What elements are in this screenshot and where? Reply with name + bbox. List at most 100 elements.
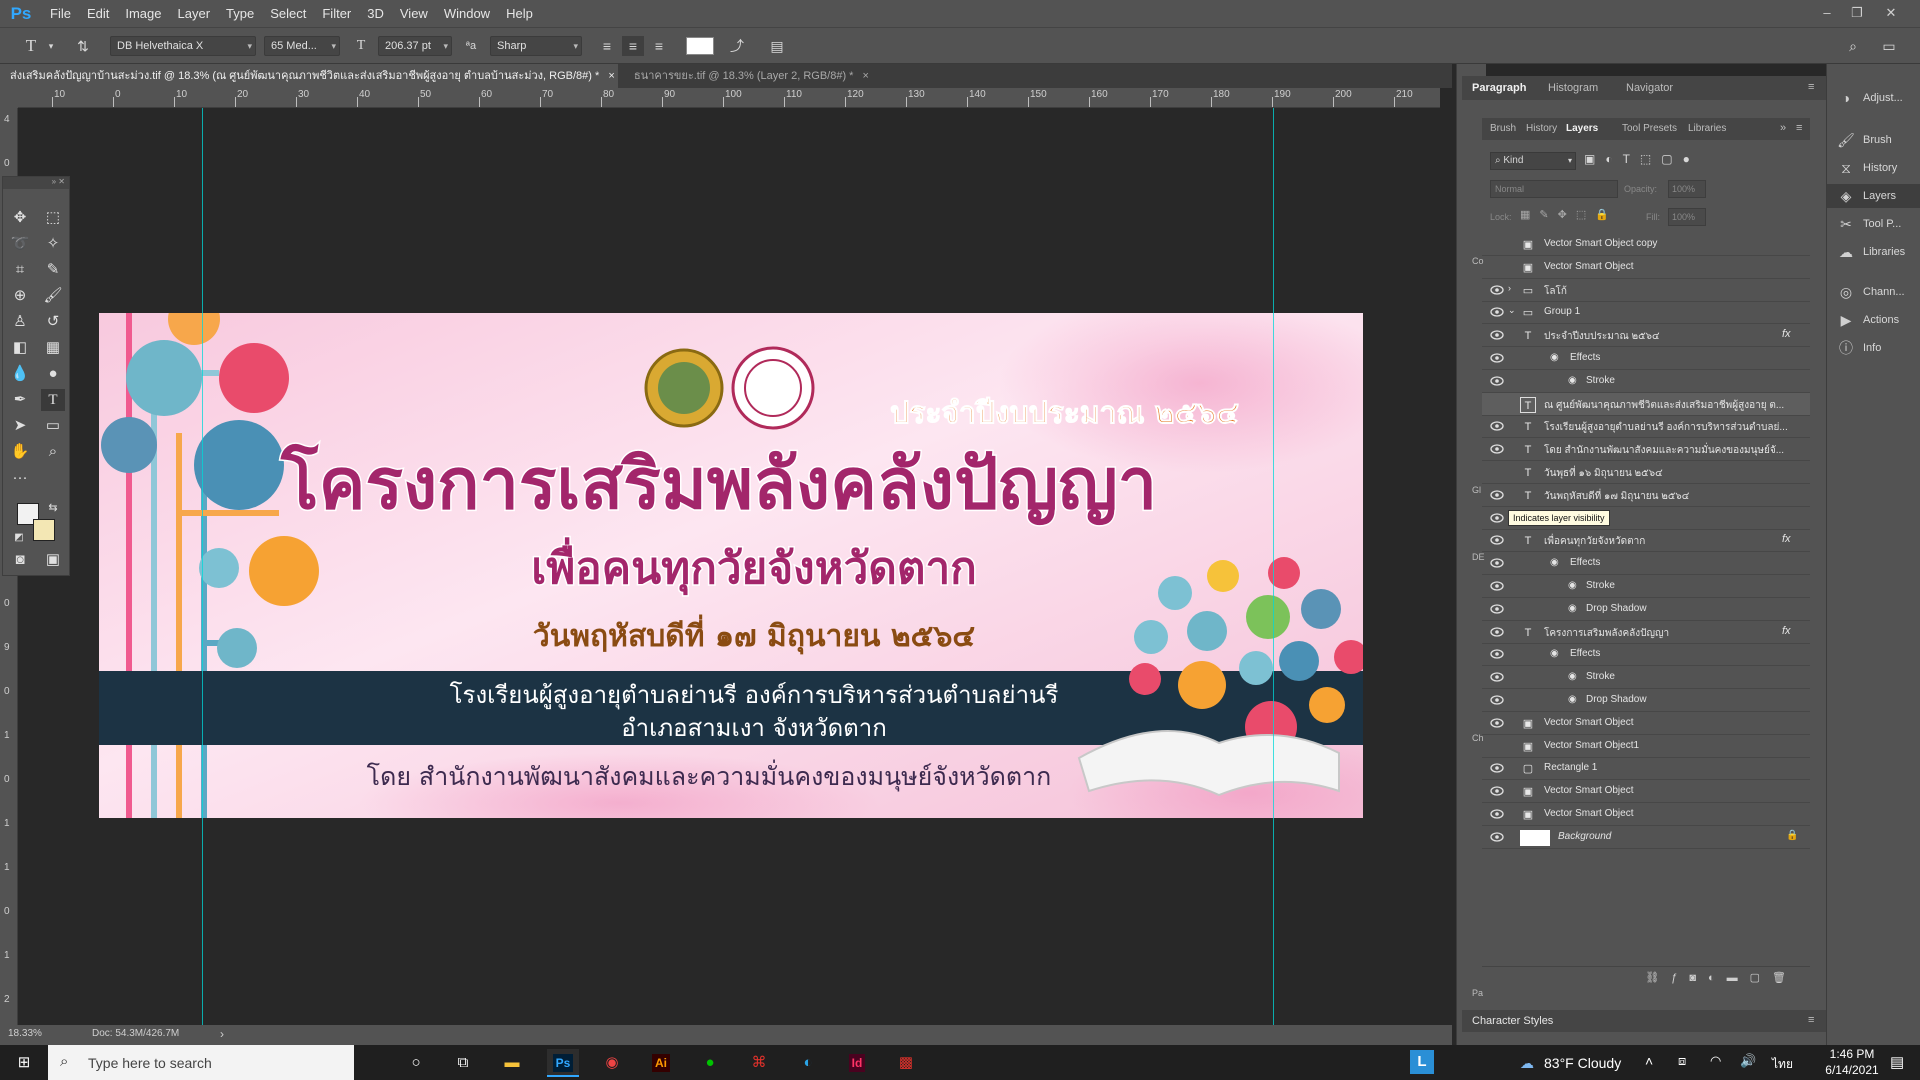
effect-visibility-icon[interactable]: ◉ xyxy=(1568,375,1577,386)
eye-visible-icon[interactable] xyxy=(1490,353,1504,363)
task-view-icon[interactable]: ⧉ xyxy=(447,1049,479,1077)
strip-brush[interactable]: 🖌 Brush xyxy=(1827,128,1920,152)
menu-help[interactable]: Help xyxy=(498,6,541,21)
menu-filter[interactable]: Filter xyxy=(314,6,359,21)
eye-hidden-icon[interactable] xyxy=(1490,239,1504,249)
effects-visibility-icon[interactable]: ◉ xyxy=(1550,557,1559,568)
layer-row[interactable]: ◉ Drop Shadow xyxy=(1482,689,1810,712)
layer-row[interactable]: ▢ Rectangle 1 xyxy=(1482,757,1810,781)
eye-visible-icon[interactable] xyxy=(1490,763,1504,774)
lasso-tool-icon[interactable]: ➰ xyxy=(8,233,32,255)
clock-date[interactable]: 6/14/2021 xyxy=(1812,1063,1892,1077)
layer-row[interactable]: ◉ Effects xyxy=(1482,552,1810,576)
lock-icons[interactable]: ▦✎✥⬚🔒 xyxy=(1520,208,1640,224)
illustrator-taskbar-icon[interactable]: Ai xyxy=(645,1049,677,1077)
horizontal-ruler[interactable]: 10 0 10 20 30 40 50 60 70 80 90 100 110 120 130 140 150 1… xyxy=(18,88,1440,108)
tab-document-1[interactable]: ส่งเสริมคลังปัญญาบ้านสะม่วง.tif @ 18.3% … xyxy=(0,64,618,88)
menu-type[interactable]: Type xyxy=(218,6,262,21)
strip-info[interactable]: ⓘ Info xyxy=(1827,336,1920,360)
panel-menu-icon[interactable]: ≡ xyxy=(1808,1014,1814,1026)
effect-visibility-icon[interactable]: ◉ xyxy=(1568,694,1577,705)
layer-row[interactable]: ▣ Vector Smart Object xyxy=(1482,780,1810,804)
eye-visible-icon[interactable] xyxy=(1490,672,1504,682)
default-colors-icon[interactable]: ◩ xyxy=(7,527,31,549)
toolbox-header[interactable]: » ✕ xyxy=(3,177,69,189)
layer-row[interactable]: ▣ Vector Smart Object xyxy=(1482,712,1810,735)
layer-row[interactable]: T เพื่อคนทุกวัยจังหวัดตาก fx xyxy=(1482,529,1810,553)
eraser-tool-icon[interactable]: ◧ xyxy=(8,337,32,359)
eye-visible-icon[interactable] xyxy=(1490,444,1504,454)
effect-visibility-icon[interactable]: ◉ xyxy=(1568,580,1577,591)
align-right-icon[interactable]: ≡ xyxy=(648,36,670,56)
path-selection-tool-icon[interactable]: ➤ xyxy=(8,415,32,437)
eye-visible-icon[interactable] xyxy=(1490,786,1504,796)
brush-tool-icon[interactable]: 🖌 xyxy=(41,285,65,307)
close-tab-icon[interactable]: × xyxy=(863,70,869,82)
healing-brush-tool-icon[interactable]: ⊕ xyxy=(8,285,32,307)
fx-badge[interactable]: fx xyxy=(1782,625,1791,637)
windows-start-icon[interactable]: ⊞ xyxy=(8,1049,40,1077)
collapsed-label-paragraph[interactable]: Pa xyxy=(1472,988,1483,998)
layers-panel-menu-icon[interactable]: ≡ xyxy=(1796,122,1802,134)
strip-history[interactable]: ⧖ History xyxy=(1827,156,1920,180)
tab-libraries[interactable]: Libraries xyxy=(1688,123,1726,134)
eye-hidden-icon[interactable] xyxy=(1490,262,1504,272)
menu-select[interactable]: Select xyxy=(262,6,314,21)
eyedropper-tool-icon[interactable]: ✎ xyxy=(41,259,65,281)
layer-row[interactable]: ◉ Stroke xyxy=(1482,666,1810,690)
vertical-guide[interactable] xyxy=(1273,108,1274,1025)
eye-visible-icon[interactable] xyxy=(1490,330,1504,340)
gradient-tool-icon[interactable]: ▦ xyxy=(41,337,65,359)
strip-adjustments[interactable]: ◑ Adjust... xyxy=(1827,86,1920,110)
menu-edit[interactable]: Edit xyxy=(79,6,117,21)
strip-libraries[interactable]: ☁ Libraries xyxy=(1827,240,1920,264)
file-explorer-icon[interactable]: ▬ xyxy=(496,1049,528,1077)
collapsed-label-color[interactable]: Co xyxy=(1472,256,1484,266)
blur-tool-icon[interactable]: 💧 xyxy=(8,363,32,385)
tab-tool-presets[interactable]: Tool Presets xyxy=(1622,123,1677,134)
tab-brush[interactable]: Brush xyxy=(1490,123,1516,134)
align-left-icon[interactable]: ≡ xyxy=(596,36,618,56)
eye-visible-icon[interactable] xyxy=(1490,376,1504,386)
chevron-right-icon[interactable]: › xyxy=(1508,283,1511,293)
edge-icon[interactable]: ◐ xyxy=(792,1049,824,1077)
layer-row[interactable]: ▣ Vector Smart Object copy xyxy=(1482,233,1810,256)
device-icon[interactable]: ⧈ xyxy=(1678,1053,1686,1069)
magic-wand-tool-icon[interactable]: ✧ xyxy=(41,233,65,255)
panel-menu-icon[interactable]: ≡ xyxy=(1808,81,1814,93)
eye-visible-icon[interactable] xyxy=(1490,832,1504,842)
notifications-icon[interactable]: ▤ xyxy=(1890,1053,1904,1071)
effects-visibility-icon[interactable]: ◉ xyxy=(1550,648,1559,659)
strip-tool-presets[interactable]: ✂ Tool P... xyxy=(1827,212,1920,236)
tab-document-2[interactable]: ธนาคารขยะ.tif @ 18.3% (Layer 2, RGB/8#) … xyxy=(624,64,884,88)
layer-row[interactable]: ◉ Stroke xyxy=(1482,370,1810,393)
layer-row[interactable]: T โดย สำนักงานพัฒนาสังคมและความมั่นคงของม… xyxy=(1482,438,1810,462)
chrome-icon[interactable]: ◉ xyxy=(596,1049,628,1077)
eye-visible-icon[interactable] xyxy=(1490,512,1504,523)
launcher-l-icon[interactable]: L xyxy=(1410,1050,1434,1074)
eye-visible-icon[interactable] xyxy=(1490,284,1504,295)
font-size-input[interactable]: 206.37 pt ▾ xyxy=(378,36,452,56)
taskbar-search-box[interactable]: ⌕ Type here to search xyxy=(48,1045,354,1080)
eye-visible-icon[interactable] xyxy=(1490,490,1504,500)
toggle-text-orientation-icon[interactable]: ⇅ xyxy=(72,36,94,56)
collapsed-label-glyphs[interactable]: Gl xyxy=(1472,485,1481,495)
layer-row[interactable]: T ประจำปีงบประมาณ ๒๕๖๔ fx xyxy=(1482,324,1810,348)
screen-mode-icon[interactable]: ▣ xyxy=(41,549,65,571)
eye-hidden-icon[interactable] xyxy=(1490,467,1504,477)
ruler-origin[interactable] xyxy=(0,88,18,108)
character-panel-toggle-icon[interactable]: ▤ xyxy=(766,36,788,56)
type-tool-icon[interactable]: T xyxy=(41,389,65,411)
dodge-tool-icon[interactable]: ● xyxy=(41,363,65,385)
eye-hidden-icon[interactable] xyxy=(1490,399,1504,409)
tab-navigator[interactable]: Navigator xyxy=(1626,82,1673,94)
rectangle-tool-icon[interactable]: ▭ xyxy=(41,415,65,437)
crop-tool-icon[interactable]: ⌗ xyxy=(8,259,32,281)
layer-row[interactable]: ▣ Vector Smart Object xyxy=(1482,256,1810,279)
layer-filter-icons[interactable]: ▣◐T⬚▢● xyxy=(1584,152,1784,170)
layer-row[interactable]: ▣ Vector Smart Object xyxy=(1482,803,1810,826)
antialias-select[interactable]: Sharp ▾ xyxy=(490,36,582,56)
more-tools-icon[interactable]: ··· xyxy=(8,467,32,489)
status-menu-arrow-icon[interactable]: › xyxy=(220,1027,224,1041)
wifi-icon[interactable]: ◠ xyxy=(1710,1053,1721,1069)
